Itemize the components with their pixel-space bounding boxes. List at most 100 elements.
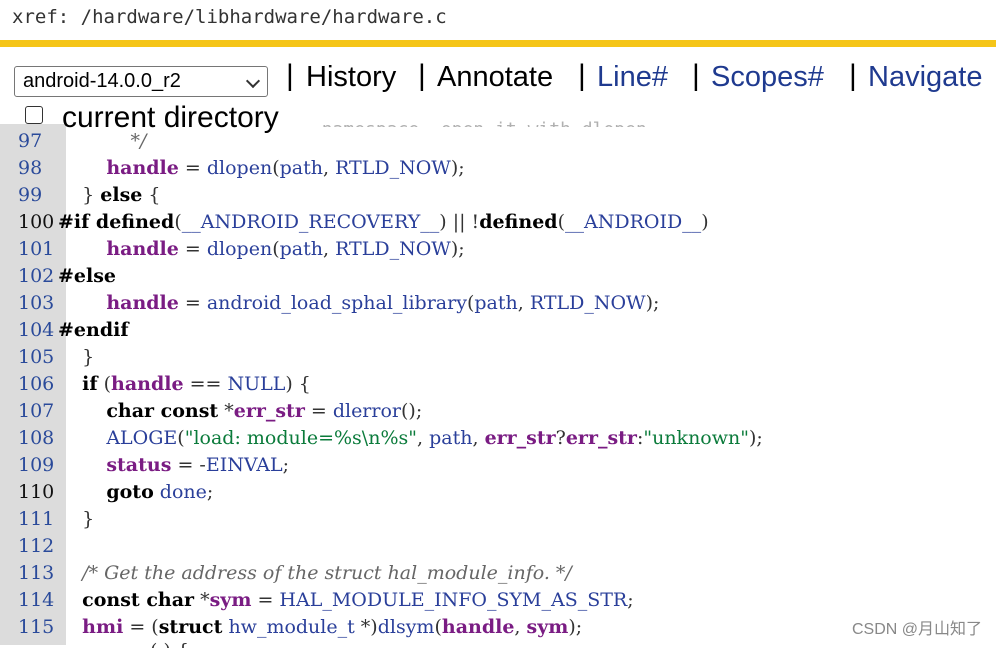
code-line: 99 } else { xyxy=(0,182,996,209)
code-token: ) || ! xyxy=(439,211,480,233)
code-token[interactable]: RTLD_NOW xyxy=(335,157,451,179)
code-token[interactable]: handle xyxy=(106,292,179,314)
code-token[interactable]: sym xyxy=(210,589,252,611)
line-number-toggle[interactable]: Line# xyxy=(597,61,668,94)
code-line: 111 } xyxy=(0,506,996,533)
navigate-toggle[interactable]: Navigate xyxy=(868,61,982,94)
code-token[interactable]: NULL xyxy=(227,373,285,395)
separator: | xyxy=(286,59,294,92)
code-token[interactable]: android_load_sphal_library xyxy=(207,292,467,314)
code-token: , xyxy=(472,427,485,449)
code-token[interactable]: handle xyxy=(106,238,179,260)
current-directory-option[interactable]: current directory xyxy=(0,101,310,139)
code-token[interactable]: __ANDROID__ xyxy=(565,211,701,233)
code-token[interactable]: RTLD_NOW xyxy=(530,292,646,314)
line-number[interactable]: 101 xyxy=(18,236,58,263)
code-token[interactable]: sym xyxy=(527,616,569,638)
code-line: 112 xyxy=(0,533,996,560)
code-token[interactable]: ALOGE xyxy=(106,427,177,449)
code-token: = xyxy=(178,157,207,179)
code-token[interactable]: path xyxy=(280,238,323,260)
chevron-down-icon xyxy=(245,73,261,89)
code-token: #if defined xyxy=(58,211,175,233)
code-token: == xyxy=(183,373,228,395)
line-number[interactable]: 109 xyxy=(18,452,58,479)
code-token[interactable]: handle xyxy=(442,616,515,638)
line-number[interactable]: 100 xyxy=(18,209,58,236)
code-token: ( xyxy=(97,373,112,395)
code-line: 108 ALOGE("load: module=%s\n%s", path, e… xyxy=(0,425,996,452)
code-token[interactable]: EINVAL xyxy=(206,454,283,476)
code-token: ( xyxy=(557,211,565,233)
partial-code-line: ( ) { xyxy=(150,640,450,648)
code-token[interactable]: dlerror xyxy=(333,400,401,422)
line-number[interactable]: 103 xyxy=(18,290,58,317)
code-token[interactable]: hmi xyxy=(82,616,123,638)
line-number[interactable]: 108 xyxy=(18,425,58,452)
code-token: = xyxy=(304,400,333,422)
version-select[interactable]: android-14.0.0_r2 xyxy=(14,66,268,97)
code-token: , xyxy=(417,427,430,449)
code-line: 104 #endif xyxy=(0,317,996,344)
code-token[interactable]: HAL_MODULE_INFO_SYM_AS_STR xyxy=(279,589,627,611)
code-text: #if defined ( __ANDROID_RECOVERY__) || !de… xyxy=(58,209,709,236)
line-number[interactable]: 114 xyxy=(18,587,58,614)
code-token: ( xyxy=(177,427,185,449)
code-line: 110 goto done; xyxy=(0,479,996,506)
line-number[interactable]: 104 xyxy=(18,317,58,344)
code-line: 100 #if defined ( __ANDROID_RECOVERY__) || … xyxy=(0,209,996,236)
scopes-toggle[interactable]: Scopes# xyxy=(711,61,824,94)
code-token[interactable]: done xyxy=(160,481,207,503)
code-line: 98 handle = dlopen(path, RTLD_NOW); xyxy=(0,155,996,182)
code-token: = ( xyxy=(123,616,159,638)
line-number[interactable]: 98 xyxy=(18,155,58,182)
code-token: , xyxy=(517,292,530,314)
code-token[interactable]: dlsym xyxy=(378,616,435,638)
annotate-link[interactable]: Annotate xyxy=(437,61,553,94)
code-token: , xyxy=(514,616,527,638)
code-token[interactable]: dlopen xyxy=(207,157,272,179)
xref-path-bar: xref: /hardware/libhardware/hardware.c xyxy=(0,0,996,40)
line-number[interactable]: 107 xyxy=(18,398,58,425)
code-line: 115 hmi = (struct hw_module_t *)dlsym(ha… xyxy=(0,614,996,641)
code-token[interactable]: err_str xyxy=(234,400,305,422)
code-token[interactable]: path xyxy=(280,157,323,179)
code-token: } xyxy=(58,346,95,368)
history-link[interactable]: History xyxy=(306,61,396,94)
code-token[interactable]: path xyxy=(429,427,472,449)
line-number[interactable]: 106 xyxy=(18,371,58,398)
code-token[interactable]: __ANDROID_RECOVERY__ xyxy=(182,211,440,233)
code-token[interactable]: err_str xyxy=(485,427,556,449)
code-token: defined xyxy=(479,211,558,233)
code-token: /* Get the address of the struct hal_mod… xyxy=(82,562,572,584)
line-number[interactable]: 115 xyxy=(18,614,58,641)
code-token: else xyxy=(100,184,143,206)
code-token[interactable]: handle xyxy=(106,157,179,179)
line-number[interactable]: 113 xyxy=(18,560,58,587)
code-token[interactable]: err_str xyxy=(566,427,637,449)
line-number[interactable]: 110 xyxy=(18,479,58,506)
code-token[interactable]: RTLD_NOW xyxy=(335,238,451,260)
code-line: 107 char const *err_str = dlerror(); xyxy=(0,398,996,425)
code-token: struct xyxy=(158,616,223,638)
line-number[interactable]: 105 xyxy=(18,344,58,371)
line-number[interactable]: 99 xyxy=(18,182,58,209)
code-text: goto done; xyxy=(58,479,213,506)
code-token[interactable]: status xyxy=(106,454,171,476)
code-token: ( xyxy=(434,616,442,638)
line-number[interactable]: 102 xyxy=(18,263,58,290)
line-number[interactable]: 111 xyxy=(18,506,58,533)
code-token[interactable]: path xyxy=(474,292,517,314)
current-directory-checkbox[interactable] xyxy=(25,106,43,124)
code-token[interactable]: handle xyxy=(111,373,184,395)
line-number[interactable]: 112 xyxy=(18,533,58,560)
code-text: } else { xyxy=(58,182,160,209)
code-token[interactable]: dlopen xyxy=(207,238,272,260)
code-token[interactable]: hw_module_t xyxy=(228,616,354,638)
code-text: #else xyxy=(58,263,116,290)
